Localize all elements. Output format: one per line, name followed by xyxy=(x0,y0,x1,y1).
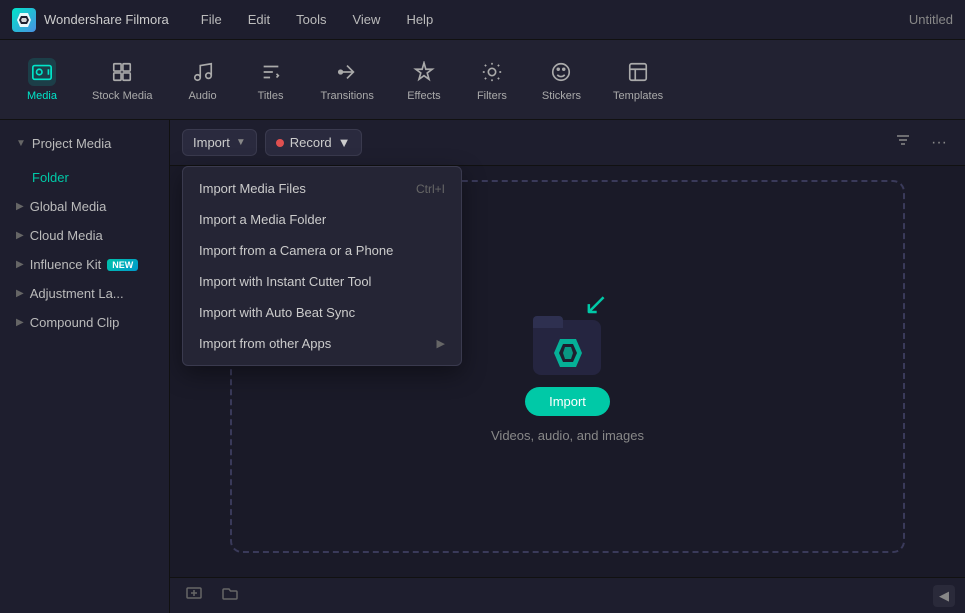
titles-label: Titles xyxy=(258,90,284,102)
sidebar-adjustment-layer[interactable]: ▶ Adjustment La... xyxy=(4,279,165,308)
app-name: Wondershare Filmora xyxy=(44,12,169,27)
drop-icon-group: ↙ xyxy=(523,290,613,375)
import-auto-beat-sync-item[interactable]: Import with Auto Beat Sync xyxy=(183,297,461,328)
sidebar-influence-kit-label: Influence Kit xyxy=(30,257,102,272)
stock-media-icon xyxy=(108,58,136,86)
transitions-label: Transitions xyxy=(321,90,374,102)
content-bottom-bar: ◀ xyxy=(170,577,965,613)
import-dropdown-button[interactable]: Import ▼ xyxy=(182,129,257,156)
import-instant-cutter-label: Import with Instant Cutter Tool xyxy=(199,274,371,289)
content-area: Import ▼ Record ▼ ··· Import Media Files… xyxy=(170,120,965,613)
stickers-icon xyxy=(547,58,575,86)
new-folder-button[interactable] xyxy=(216,581,244,610)
toolbar-titles[interactable]: Titles xyxy=(239,50,303,110)
titles-icon xyxy=(257,58,285,86)
record-label: Record xyxy=(290,135,332,150)
import-chevron-icon: ▼ xyxy=(236,137,246,148)
toolbar-audio[interactable]: Audio xyxy=(171,50,235,110)
filters-label: Filters xyxy=(477,90,507,102)
import-dropdown-menu: Import Media Files Ctrl+I Import a Media… xyxy=(182,166,462,366)
effects-label: Effects xyxy=(407,90,440,102)
menu-bar: File Edit Tools View Help xyxy=(189,8,445,31)
sidebar-influence-kit[interactable]: ▶ Influence Kit NEW xyxy=(4,250,165,279)
toolbar-filters[interactable]: Filters xyxy=(460,50,524,110)
transitions-icon xyxy=(333,58,361,86)
toolbar-effects[interactable]: Effects xyxy=(392,50,456,110)
adjustment-layer-chevron: ▶ xyxy=(16,288,24,299)
menu-help[interactable]: Help xyxy=(394,8,445,31)
import-media-files-item[interactable]: Import Media Files Ctrl+I xyxy=(183,173,461,204)
templates-icon xyxy=(624,58,652,86)
sidebar-compound-clip-label: Compound Clip xyxy=(30,315,120,330)
filter-button[interactable] xyxy=(889,128,917,157)
compound-clip-chevron: ▶ xyxy=(16,317,24,328)
toolbar-media[interactable]: Media xyxy=(10,50,74,110)
sidebar-compound-clip[interactable]: ▶ Compound Clip xyxy=(4,308,165,337)
influence-kit-badge: NEW xyxy=(107,259,138,271)
effects-icon xyxy=(410,58,438,86)
sidebar-global-media-label: Global Media xyxy=(30,199,107,214)
toolbar-stickers[interactable]: Stickers xyxy=(528,50,595,110)
menu-tools[interactable]: Tools xyxy=(284,8,338,31)
import-media-files-label: Import Media Files xyxy=(199,181,306,196)
filmora-small-logo xyxy=(552,337,584,369)
sidebar-cloud-media[interactable]: ▶ Cloud Media xyxy=(4,221,165,250)
toolbar-stock-media[interactable]: Stock Media xyxy=(78,50,167,110)
sidebar: ▼ Project Media Folder ▶ Global Media ▶ … xyxy=(0,120,170,613)
global-media-chevron: ▶ xyxy=(16,201,24,212)
logo-icon xyxy=(12,8,36,32)
influence-kit-chevron: ▶ xyxy=(16,259,24,270)
stickers-label: Stickers xyxy=(542,90,581,102)
drop-zone-hint: Videos, audio, and images xyxy=(491,428,644,443)
import-auto-beat-sync-label: Import with Auto Beat Sync xyxy=(199,305,355,320)
stock-media-label: Stock Media xyxy=(92,90,153,102)
sidebar-project-media-label: Project Media xyxy=(32,136,111,151)
import-instant-cutter-item[interactable]: Import with Instant Cutter Tool xyxy=(183,266,461,297)
toolbar-transitions[interactable]: Transitions xyxy=(307,50,388,110)
import-other-apps-label: Import from other Apps xyxy=(199,336,331,351)
cloud-media-chevron: ▶ xyxy=(16,230,24,241)
sidebar-adjustment-layer-label: Adjustment La... xyxy=(30,286,124,301)
sidebar-folder[interactable]: Folder xyxy=(4,163,165,192)
app-logo: Wondershare Filmora xyxy=(12,8,169,32)
main-area: ▼ Project Media Folder ▶ Global Media ▶ … xyxy=(0,120,965,613)
menu-edit[interactable]: Edit xyxy=(236,8,282,31)
audio-label: Audio xyxy=(188,90,216,102)
content-header: Import ▼ Record ▼ ··· xyxy=(170,120,965,166)
menu-file[interactable]: File xyxy=(189,8,234,31)
import-camera-label: Import from a Camera or a Phone xyxy=(199,243,393,258)
templates-label: Templates xyxy=(613,90,663,102)
toolbar-templates[interactable]: Templates xyxy=(599,50,677,110)
folder-tab-icon xyxy=(533,316,563,328)
media-label: Media xyxy=(27,90,57,102)
import-media-files-shortcut: Ctrl+I xyxy=(416,182,445,196)
media-icon xyxy=(28,58,56,86)
more-options-button[interactable]: ··· xyxy=(925,130,953,156)
record-chevron-icon: ▼ xyxy=(338,135,351,150)
window-title: Untitled xyxy=(909,12,953,27)
sidebar-cloud-media-label: Cloud Media xyxy=(30,228,103,243)
title-bar: Wondershare Filmora File Edit Tools View… xyxy=(0,0,965,40)
audio-icon xyxy=(189,58,217,86)
import-other-apps-arrow-icon: ▶ xyxy=(437,337,445,350)
sidebar-collapse-button[interactable]: ◀ xyxy=(933,585,955,607)
import-camera-item[interactable]: Import from a Camera or a Phone xyxy=(183,235,461,266)
menu-view[interactable]: View xyxy=(340,8,392,31)
project-media-chevron: ▼ xyxy=(16,138,26,149)
sidebar-global-media[interactable]: ▶ Global Media xyxy=(4,192,165,221)
folder-label: Folder xyxy=(32,170,69,185)
folder-body-icon xyxy=(533,320,601,375)
record-button[interactable]: Record ▼ xyxy=(265,129,362,156)
drop-zone-import-button[interactable]: Import xyxy=(525,387,610,416)
toolbar: Media Stock Media Audio xyxy=(0,40,965,120)
import-media-folder-item[interactable]: Import a Media Folder xyxy=(183,204,461,235)
import-label: Import xyxy=(193,135,230,150)
import-other-apps-item[interactable]: Import from other Apps ▶ xyxy=(183,328,461,359)
sidebar-project-media-header[interactable]: ▼ Project Media xyxy=(4,128,165,159)
arrow-down-icon: ↙ xyxy=(583,290,608,320)
filters-icon xyxy=(478,58,506,86)
record-dot-icon xyxy=(276,139,284,147)
import-media-folder-label: Import a Media Folder xyxy=(199,212,326,227)
add-item-button[interactable] xyxy=(180,581,208,610)
